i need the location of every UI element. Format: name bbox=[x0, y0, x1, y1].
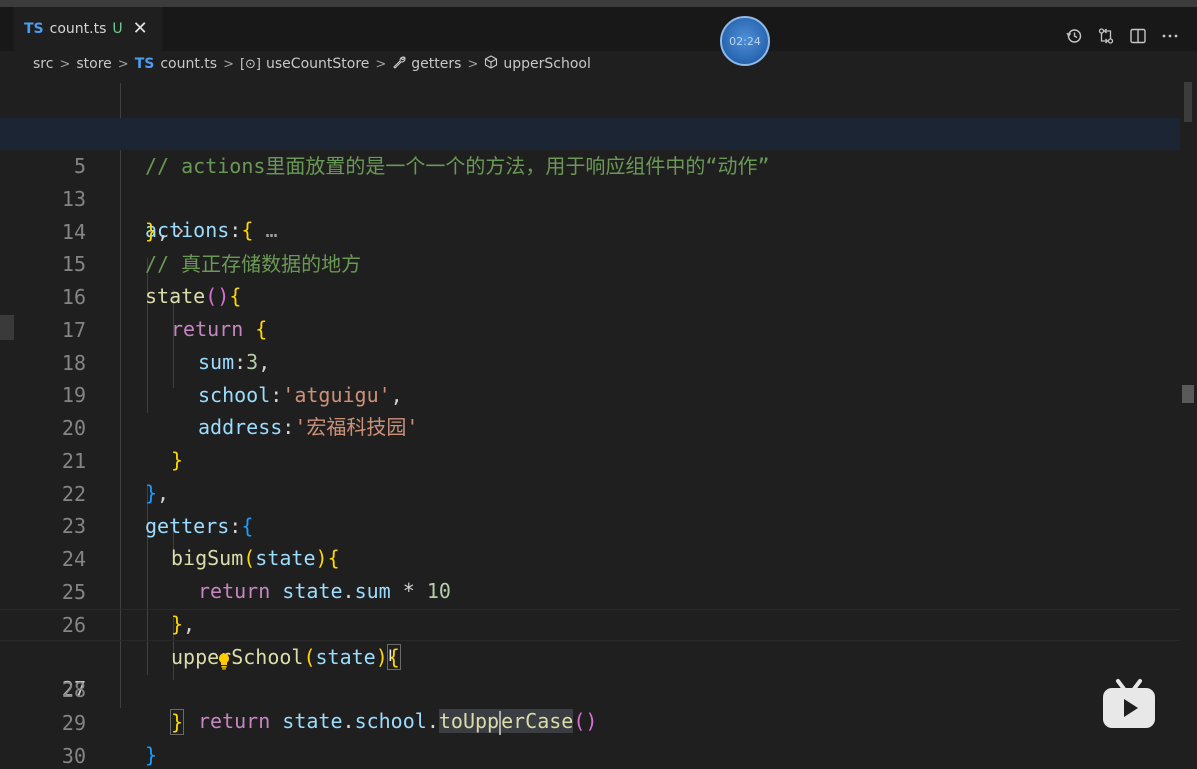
code-line-active: 27 return state.school.toUpp erCase() bbox=[0, 609, 1180, 735]
code-line: 26 upperSchool(state){ bbox=[0, 577, 1180, 670]
cube-icon bbox=[484, 55, 498, 73]
breadcrumb: src > store > TS count.ts > [⊙] useCount… bbox=[0, 51, 1197, 77]
wrench-icon bbox=[392, 55, 407, 73]
split-editor-icon[interactable] bbox=[1129, 27, 1147, 45]
scrollbar-thumb[interactable] bbox=[1182, 385, 1194, 403]
chevron-right-icon: > bbox=[467, 56, 479, 72]
code-line: 14 // 真正存储数据的地方 bbox=[0, 184, 1180, 276]
code-line: 25 }, bbox=[0, 544, 1180, 636]
code-line: 16 return { bbox=[0, 249, 1180, 341]
code-line: 19 address:'宏福科技园' bbox=[0, 347, 1180, 439]
title-strip bbox=[0, 0, 1197, 7]
breadcrumb-item-src[interactable]: src bbox=[33, 56, 53, 72]
vertical-scrollbar[interactable] bbox=[1180, 78, 1197, 769]
vscode-window: TS count.ts U ✕ 02:24 src > store > TS c bbox=[0, 0, 1197, 769]
tab-label: count.ts bbox=[49, 21, 107, 37]
code-line: 4 // actions里面放置的是一个一个的方法，用于响应组件中的“动作” bbox=[0, 86, 1180, 178]
breadcrumb-item-store-fn[interactable]: useCountStore bbox=[266, 56, 369, 72]
code-editor[interactable]: 4 // actions里面放置的是一个一个的方法，用于响应组件中的“动作” 5… bbox=[0, 78, 1180, 769]
recording-timer-badge: 02:24 bbox=[720, 16, 770, 66]
tab-bar: TS count.ts U ✕ bbox=[0, 7, 1197, 51]
git-untracked-badge: U bbox=[112, 21, 123, 37]
code-line: 29 } bbox=[0, 675, 1180, 767]
typescript-icon: TS bbox=[24, 21, 44, 37]
breadcrumb-item-store[interactable]: store bbox=[76, 56, 111, 72]
close-icon[interactable]: ✕ bbox=[133, 20, 148, 38]
code-line: 21 }, bbox=[0, 413, 1180, 505]
code-line: 24 return state.sum * 10 bbox=[0, 511, 1180, 603]
code-line: 20 } bbox=[0, 380, 1180, 472]
breadcrumb-item-upperschool[interactable]: upperSchool bbox=[503, 56, 591, 72]
token-brace: } bbox=[145, 743, 158, 767]
compare-changes-icon[interactable] bbox=[1097, 27, 1115, 45]
variable-icon: [⊙] bbox=[239, 56, 262, 72]
code-line: 30 }) bbox=[0, 708, 1180, 768]
code-line: 23 bigSum(state){ bbox=[0, 478, 1180, 570]
code-line: 22 getters:{ bbox=[0, 446, 1180, 538]
mouse-ibeam-cursor: I bbox=[388, 646, 393, 665]
more-actions-icon[interactable] bbox=[1161, 27, 1179, 45]
line-number: 30 bbox=[61, 744, 86, 768]
breadcrumb-item-getters[interactable]: getters bbox=[411, 56, 461, 72]
code-line: 28 } bbox=[0, 642, 1180, 735]
code-line: 17 sum:3, bbox=[0, 282, 1180, 374]
bilibili-tv-icon bbox=[1100, 678, 1158, 732]
tab-count-ts[interactable]: TS count.ts U ✕ bbox=[14, 7, 162, 51]
chevron-right-icon: > bbox=[117, 56, 129, 72]
code-line: 18 school:'atguigu', bbox=[0, 315, 1180, 407]
history-icon[interactable] bbox=[1065, 27, 1083, 45]
chevron-right-icon: > bbox=[223, 56, 234, 72]
typescript-icon: TS bbox=[134, 56, 155, 72]
scrollbar-overview-mark bbox=[1184, 82, 1192, 122]
breadcrumb-item-file[interactable]: count.ts bbox=[160, 56, 217, 72]
code-line: 5 actions:{ … bbox=[0, 118, 1180, 242]
chevron-right-icon: > bbox=[375, 56, 387, 72]
code-line: 13 }, bbox=[0, 151, 1180, 243]
code-line: 15 state(){ bbox=[0, 216, 1180, 308]
chevron-right-icon: > bbox=[59, 56, 71, 72]
code-text: } bbox=[145, 739, 157, 769]
